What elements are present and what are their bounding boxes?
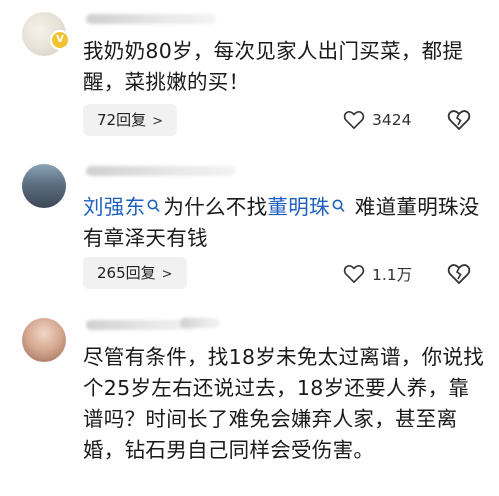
- like-count: 3424: [372, 111, 412, 129]
- mention-icon: [332, 199, 345, 213]
- reply-label: 72回复: [97, 111, 147, 129]
- chevron-right-icon: >: [152, 114, 163, 129]
- comment-text: 我奶奶80岁，每次见家人出门买菜，都提醒，菜挑嫩的买！: [83, 39, 464, 94]
- reply-button[interactable]: 265回复 >: [83, 257, 187, 289]
- heart-outline-icon: [343, 265, 365, 283]
- verified-badge-icon: V: [50, 30, 70, 50]
- comment-text-mid: 为什么不找: [163, 195, 268, 219]
- like-button[interactable]: 3424: [343, 108, 411, 132]
- avatar[interactable]: [22, 318, 66, 362]
- chevron-right-icon: >: [161, 267, 173, 282]
- broken-heart-icon[interactable]: [447, 108, 471, 132]
- mention-link[interactable]: 刘强东: [83, 195, 163, 219]
- reply-label: 265回复: [97, 264, 156, 282]
- avatar[interactable]: [22, 164, 66, 208]
- mention-name: 董明珠: [267, 195, 330, 219]
- comment-2: 刘强东 为什么不找董明珠 难道董明珠没有章泽天有钱 265回复 > 1.1万: [0, 150, 499, 310]
- heart-outline-icon: [343, 111, 365, 129]
- username-blurred: [86, 14, 216, 24]
- mention-link[interactable]: 董明珠: [267, 195, 354, 219]
- like-count: 1.1万: [372, 266, 413, 284]
- comment-3: 尽管有条件，找18岁未免太过离谱，你说找个25岁左右还说过去，18岁还要人养，靠…: [0, 310, 499, 496]
- username-blurred: [86, 166, 236, 176]
- comment-text: 刘强东 为什么不找董明珠 难道董明珠没有章泽天有钱: [83, 192, 487, 254]
- like-button[interactable]: 1.1万: [343, 262, 412, 286]
- mention-icon: [147, 199, 161, 213]
- comment-1: V 我奶奶80岁，每次见家人出门买菜，都提醒，菜挑嫩的买！ 72回复 > 3424: [0, 0, 499, 150]
- comment-text: 尽管有条件，找18岁未免太过离谱，你说找个25岁左右还说过去，18岁还要人养，靠…: [83, 345, 485, 462]
- mention-name: 刘强东: [83, 195, 146, 219]
- username-blurred: [180, 318, 220, 328]
- reply-button[interactable]: 72回复 >: [83, 104, 177, 136]
- broken-heart-icon[interactable]: [447, 262, 471, 286]
